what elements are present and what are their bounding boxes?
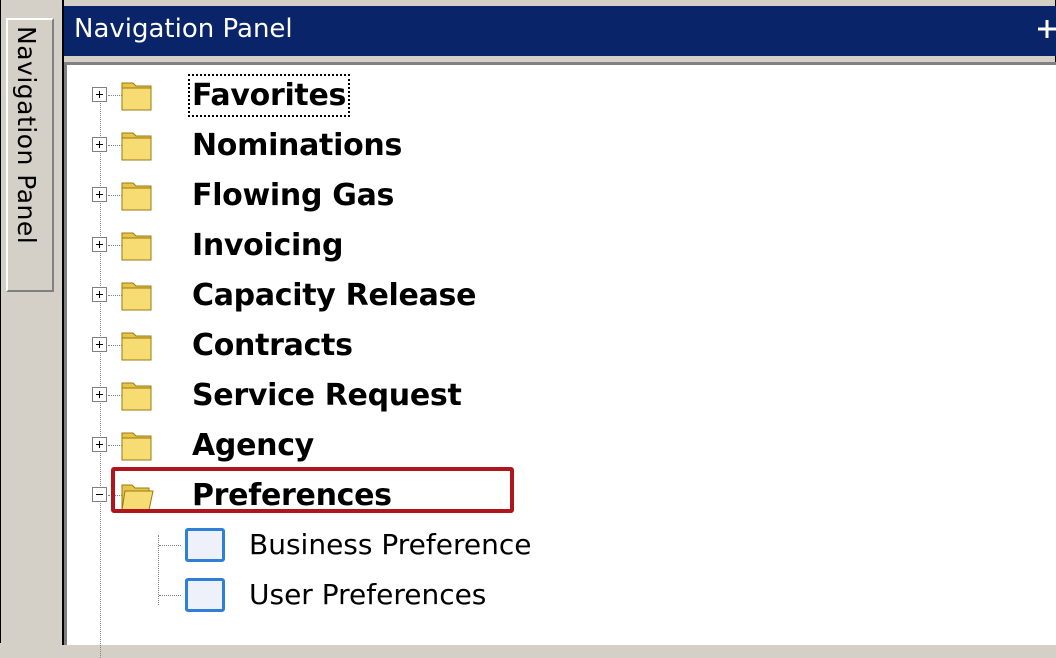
tree-node-invoicing[interactable]: Invoicing bbox=[67, 220, 1047, 270]
highlight-annotation bbox=[111, 467, 514, 513]
tree-node-label[interactable]: Nominations bbox=[192, 128, 402, 163]
tree-node-nominations[interactable]: Nominations bbox=[67, 120, 1047, 170]
tree-node-business-preference[interactable]: Business Preference bbox=[67, 520, 1047, 570]
tree-node-capacity-release[interactable]: Capacity Release bbox=[67, 270, 1047, 320]
expand-icon[interactable] bbox=[92, 137, 107, 152]
tree-node-service-request[interactable]: Service Request bbox=[67, 370, 1047, 420]
folder-icon bbox=[119, 177, 155, 213]
tree-node-label[interactable]: Capacity Release bbox=[192, 278, 476, 313]
expand-icon[interactable] bbox=[92, 237, 107, 252]
tree-node-flowing-gas[interactable]: Flowing Gas bbox=[67, 170, 1047, 220]
folder-icon bbox=[119, 277, 155, 313]
expand-icon[interactable] bbox=[92, 337, 107, 352]
tree-node-label[interactable]: User Preferences bbox=[249, 578, 486, 611]
pin-icon[interactable] bbox=[1034, 14, 1056, 44]
tree-node-label[interactable]: Service Request bbox=[192, 378, 462, 413]
panel-title: Navigation Panel bbox=[74, 14, 293, 44]
expand-icon[interactable] bbox=[92, 437, 107, 452]
navigation-panel: Navigation Panel Favorites Nominations Flo… bbox=[62, 0, 1056, 658]
side-tab-label: Navigation Panel bbox=[12, 26, 41, 245]
tree-node-agency[interactable]: Agency bbox=[67, 420, 1047, 470]
tree-node-contracts[interactable]: Contracts bbox=[67, 320, 1047, 370]
folder-icon bbox=[119, 77, 155, 113]
document-icon bbox=[185, 578, 225, 612]
collapse-icon[interactable] bbox=[92, 487, 107, 502]
expand-icon[interactable] bbox=[92, 387, 107, 402]
expand-icon[interactable] bbox=[92, 287, 107, 302]
expand-icon[interactable] bbox=[92, 87, 107, 102]
tree-view[interactable]: Favorites Nominations Flowing Gas Invoicing… bbox=[64, 62, 1056, 658]
tree-connector bbox=[159, 545, 181, 546]
document-icon bbox=[185, 528, 225, 562]
panel-title-bar: Navigation Panel bbox=[64, 6, 1056, 56]
folder-icon bbox=[119, 127, 155, 163]
expand-icon[interactable] bbox=[92, 187, 107, 202]
tree-node-label[interactable]: Invoicing bbox=[192, 228, 343, 263]
tree-node-label[interactable]: Favorites bbox=[187, 74, 351, 117]
folder-icon bbox=[119, 427, 155, 463]
folder-icon bbox=[119, 327, 155, 363]
navigation-panel-side-tab[interactable]: Navigation Panel bbox=[6, 18, 54, 292]
tree-node-label[interactable]: Flowing Gas bbox=[192, 178, 394, 213]
tree-connector bbox=[159, 595, 181, 596]
folder-icon bbox=[119, 377, 155, 413]
folder-icon bbox=[119, 227, 155, 263]
tree-node-label[interactable]: Business Preference bbox=[249, 528, 531, 561]
tree-node-label[interactable]: Agency bbox=[192, 428, 314, 463]
tree-node-user-preferences[interactable]: User Preferences bbox=[67, 570, 1047, 620]
tree-node-label[interactable]: Contracts bbox=[192, 328, 353, 363]
tree-node-favorites[interactable]: Favorites bbox=[67, 70, 1047, 120]
